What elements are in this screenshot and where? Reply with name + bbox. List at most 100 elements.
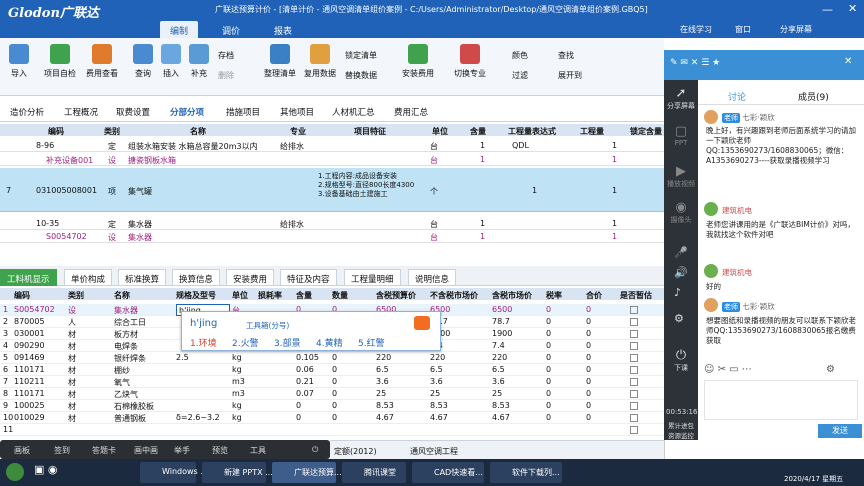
table-cell[interactable]: 0 — [586, 317, 591, 326]
provisional-checkbox[interactable] — [630, 378, 638, 386]
table-cell[interactable]: 3.6 — [430, 377, 443, 386]
table-cell[interactable]: 0 — [332, 353, 337, 362]
ime-toolbox[interactable]: 工具箱(分号) — [246, 320, 289, 331]
table-cell[interactable]: 材 — [68, 401, 76, 412]
table-cell[interactable]: 78.7 — [492, 317, 510, 326]
table-cell[interactable]: 4.67 — [376, 413, 394, 422]
table-cell[interactable]: 110171 — [14, 389, 45, 398]
table-row[interactable]: 8 110171 材 乙炔气 m3 0.07 0 25 25 25 0 0 — [0, 388, 664, 400]
table-cell[interactable]: 0 — [332, 413, 337, 422]
provisional-checkbox[interactable] — [630, 414, 638, 422]
table-row[interactable]: 补充设备001 设 搪瓷钢板水箱 台 1 1 — [0, 154, 664, 166]
table-cell[interactable]: 材 — [68, 329, 76, 340]
table-cell[interactable]: 100025 — [14, 401, 45, 410]
table-cell[interactable]: 4.67 — [492, 413, 510, 422]
table-cell[interactable]: 6.5 — [492, 365, 505, 374]
tab-measures[interactable]: 措施项目 — [226, 106, 260, 118]
table-row[interactable]: 5 091469 材 银纤焊条 2.5 kg 0.105 0 220 220 220 0 0 — [0, 352, 664, 364]
table-cell[interactable]: 材 — [68, 389, 76, 400]
table-cell[interactable]: 8.53 — [376, 401, 394, 410]
share-screen-button[interactable]: ➚ 分享屏幕 — [666, 86, 696, 111]
delete-button[interactable]: 删除 — [218, 70, 234, 81]
table-cell[interactable]: 0 — [296, 401, 301, 410]
table-cell[interactable]: 0 — [546, 389, 551, 398]
taskbar-item[interactable]: 软件下载列... — [490, 462, 562, 483]
project-check-button[interactable]: 项目自检 — [42, 44, 78, 79]
table-cell[interactable]: S0054702 — [14, 305, 55, 314]
table-cell[interactable]: 3.6 — [492, 377, 505, 386]
table-cell[interactable]: 0.07 — [296, 389, 314, 398]
table-cell[interactable]: 25 — [492, 389, 502, 398]
table-row[interactable]: 6 110171 材 棚纱 kg 0.06 0 6.5 6.5 6.5 0 0 — [0, 364, 664, 376]
table-cell[interactable]: 材 — [68, 365, 76, 376]
signin-button[interactable]: 签到 — [54, 445, 70, 456]
pip-button[interactable]: 画中画 — [134, 445, 158, 456]
tab-conversion-info[interactable]: 换算信息 — [172, 269, 221, 286]
tab-description[interactable]: 说明信息 — [408, 269, 457, 286]
table-cell[interactable]: 25 — [430, 389, 440, 398]
table-cell[interactable]: 0 — [586, 365, 591, 374]
table-cell[interactable]: 0 — [586, 413, 591, 422]
table-cell[interactable]: 0 — [586, 305, 591, 314]
table-row[interactable]: S0054702 设 集水器 台 1 1 — [0, 231, 664, 243]
table-cell[interactable]: 0 — [586, 377, 591, 386]
supplement-button[interactable]: 补充 — [184, 44, 214, 79]
tab-cost-analysis[interactable]: 造价分析 — [10, 106, 44, 118]
taskbar-item[interactable]: 广联达预算... — [272, 462, 342, 483]
table-cell[interactable]: 091469 — [14, 353, 45, 362]
chat-toolbar-icons[interactable]: ✎ ✉ ✕ ☰ ★ — [670, 58, 720, 68]
table-row[interactable]: 11 — [0, 424, 664, 436]
table-cell[interactable]: 0 — [546, 341, 551, 350]
table-cell[interactable]: 0 — [332, 401, 337, 410]
table-cell[interactable]: 4.67 — [430, 413, 448, 422]
chat-input-toolbar[interactable]: ☺ ✂ ▭ ⋯ — [704, 364, 752, 375]
switch-major-button[interactable]: 切换专业 — [452, 44, 488, 79]
table-cell[interactable]: 0.21 — [296, 377, 314, 386]
table-cell[interactable]: 6.5 — [376, 365, 389, 374]
taskbar-item[interactable]: CAD快速看... — [412, 462, 484, 483]
table-cell[interactable]: 设 — [68, 305, 76, 316]
table-cell[interactable]: 0 — [546, 365, 551, 374]
tab-report[interactable]: 报表 — [264, 21, 302, 38]
table-row[interactable]: 9 100025 材 石棉橡胶板 kg 0 0 8.53 8.53 8.53 0 0 — [0, 400, 664, 412]
window-menu[interactable]: 窗口 — [735, 24, 751, 35]
table-cell[interactable]: 棚纱 — [114, 365, 130, 376]
table-cell[interactable]: 0 — [546, 329, 551, 338]
online-learning-button[interactable]: 在线学习 — [680, 24, 712, 35]
insert-button[interactable]: 插入 — [156, 44, 186, 79]
table-cell[interactable]: 0 — [296, 413, 301, 422]
table-cell[interactable]: 综合工日 — [114, 317, 146, 328]
chat-settings-icon[interactable]: ⚙ — [826, 364, 835, 375]
reuse-data-button[interactable]: 复用数据 — [302, 44, 338, 79]
table-cell[interactable]: 人 — [68, 317, 76, 328]
table-cell[interactable]: 材 — [68, 413, 76, 424]
table-cell[interactable]: kg — [232, 401, 242, 410]
table-cell[interactable]: 0 — [586, 329, 591, 338]
table-cell[interactable]: 010029 — [14, 413, 45, 422]
provisional-checkbox[interactable] — [630, 366, 638, 374]
taskbar-item[interactable]: 新建 PPTX ... — [202, 462, 273, 483]
table-cell[interactable]: m3 — [232, 389, 245, 398]
table-cell[interactable]: 材 — [68, 353, 76, 364]
table-cell[interactable]: m3 — [232, 377, 245, 386]
ime-candidate[interactable]: 2.火警 — [232, 336, 259, 349]
taskbar-pinned-icons[interactable]: ▣ ◉ — [34, 463, 64, 481]
replace-data-button[interactable]: 替换数据 — [345, 70, 377, 81]
play-video-button[interactable]: ▶ 播放视频 — [666, 164, 696, 189]
table-row[interactable]: 10 010029 材 普通钢板 δ=2.6~3.2 kg 0 0 4.67 4.67 4.67 0 0 — [0, 412, 664, 424]
chat-close-icon[interactable]: ✕ — [844, 56, 852, 67]
table-cell[interactable]: 0 — [546, 317, 551, 326]
table-cell[interactable]: 1900 — [492, 329, 512, 338]
table-cell[interactable]: kg — [232, 353, 242, 362]
table-cell[interactable]: 电焊条 — [114, 341, 138, 352]
ime-candidate[interactable]: 1.环境 — [190, 336, 217, 349]
tab-other-items[interactable]: 其他项目 — [280, 106, 314, 118]
table-cell[interactable]: 0 — [546, 377, 551, 386]
table-cell[interactable]: δ=2.6~3.2 — [176, 413, 220, 422]
table-row[interactable]: 10-35 定 集水器 给排水 台 1 1 — [0, 218, 664, 230]
table-cell[interactable]: kg — [232, 413, 242, 422]
table-cell[interactable]: 8.53 — [492, 401, 510, 410]
table-cell[interactable]: 220 — [492, 353, 507, 362]
archive-button[interactable]: 存档 — [218, 50, 234, 61]
provisional-checkbox[interactable] — [630, 402, 638, 410]
